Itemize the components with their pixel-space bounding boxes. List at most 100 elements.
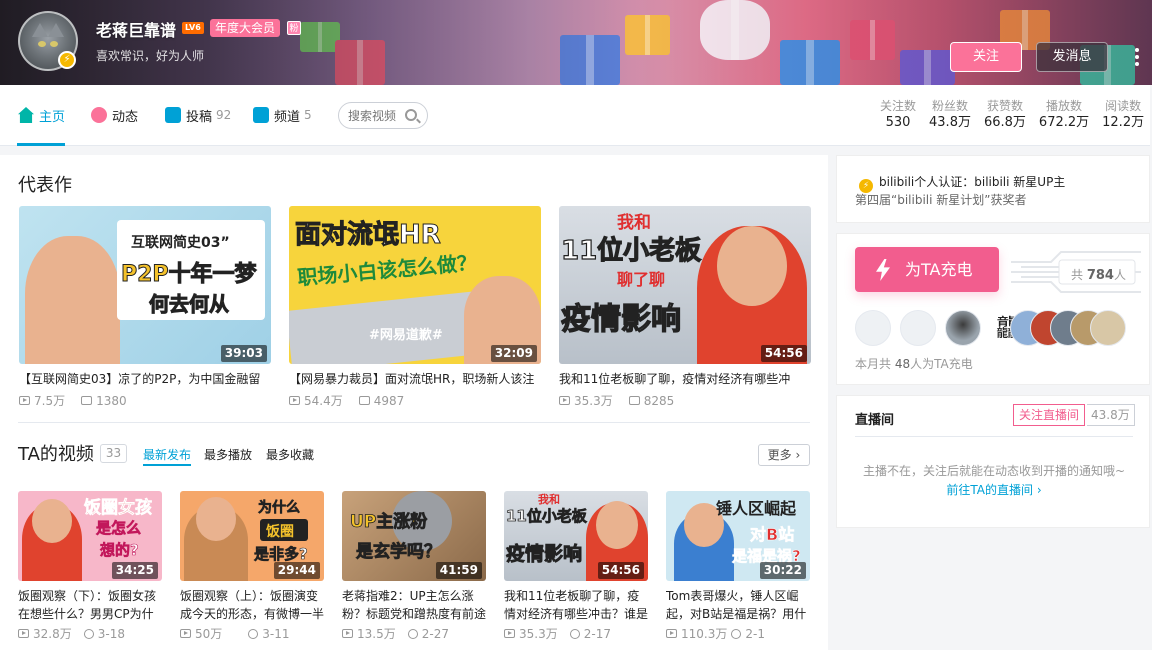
play-count: 35.3万 bbox=[519, 627, 558, 641]
tab-home[interactable]: 主页 bbox=[18, 105, 65, 125]
stat-value: 43.8万 bbox=[929, 115, 971, 130]
sort-tab-latest[interactable]: 最新发布 bbox=[143, 446, 191, 463]
clock-icon bbox=[83, 628, 94, 639]
video-card[interactable]: UP主涨粉 是玄学吗？ 41:59 老蒋指难2：UP主怎么涨粉？标题党和蹭热度有… bbox=[342, 491, 486, 642]
video-thumbnail[interactable]: 面对流氓HR 职场小白该怎么做？ #网易道歉# 32:09 bbox=[289, 206, 541, 364]
play-count: 13.5万 bbox=[357, 627, 396, 641]
tab-uploads[interactable]: 投稿 92 bbox=[165, 105, 231, 125]
live-tip-text: 主播不在，关注后就能在动态收到开播的通知哦~ bbox=[862, 464, 1126, 478]
video-thumbnail[interactable]: 饭圈女孩 是怎么 想的? 34:25 bbox=[18, 491, 162, 581]
publish-date: 2-17 bbox=[583, 626, 611, 641]
cover-caption: 锤人区崛起 bbox=[716, 499, 797, 518]
fan-medal-badge[interactable]: 粉 bbox=[287, 21, 301, 35]
video-card[interactable]: 我和 11位小老板 疫情影响 54:56 我和11位老板聊了聊，疫情对经济有哪些… bbox=[504, 491, 648, 642]
vip-badge[interactable]: 年度大会员 bbox=[210, 19, 281, 37]
month-suffix: 人为TA充电 bbox=[910, 357, 973, 371]
video-duration: 30:22 bbox=[759, 562, 806, 579]
live-room-box: 直播间 关注直播间 43.8万 主播不在，关注后就能在动态收到开播的通知哦~ 前… bbox=[836, 395, 1150, 528]
cover-caption: 疫情影响 bbox=[506, 543, 583, 566]
clock-icon bbox=[569, 628, 580, 639]
video-title[interactable]: 老蒋指难2：UP主怎么涨粉？标题党和蹭热度有前途 bbox=[342, 587, 486, 623]
stat-following[interactable]: 关注数 530 bbox=[880, 98, 916, 132]
charger-avatar[interactable] bbox=[855, 310, 891, 346]
video-thumbnail[interactable]: 为什么 饭圈 是非多? 29:44 bbox=[180, 491, 324, 581]
follow-live-button[interactable]: 关注直播间 bbox=[1013, 404, 1086, 426]
stat-fans[interactable]: 粉丝数 43.8万 bbox=[929, 98, 971, 132]
danmaku-count: 4987 bbox=[373, 393, 405, 408]
video-meta: 35.3万 8285 bbox=[559, 392, 811, 409]
video-meta: 35.3万 2-17 bbox=[504, 625, 648, 642]
video-duration: 39:03 bbox=[220, 345, 267, 362]
presenter-face bbox=[32, 499, 72, 543]
masterpiece-card[interactable]: 面对流氓HR 职场小白该怎么做？ #网易道歉# 32:09 【网易暴力裁员】面对… bbox=[289, 206, 541, 409]
video-title[interactable]: 我和11位老板聊了聊，疫情对经济有哪些冲 bbox=[559, 371, 811, 387]
chevron-right-icon: › bbox=[791, 448, 801, 462]
video-thumbnail[interactable]: 锤人区崛起 对B站 是福是祸? 30:22 bbox=[666, 491, 810, 581]
more-options-icon[interactable] bbox=[1132, 47, 1142, 67]
main-panel: 代表作 互联网简史03” P2P十年一梦 何去何从 39:03 【互联网简史03… bbox=[0, 155, 828, 650]
search-icon[interactable] bbox=[405, 109, 417, 121]
play-count: 50万 bbox=[195, 627, 223, 641]
video-title[interactable]: 饭圈观察（上）：饭圈演变成今天的形态，有微博一半 bbox=[180, 587, 324, 623]
play-count-icon bbox=[19, 396, 30, 405]
cover-caption: 是怎么 bbox=[96, 519, 142, 538]
video-thumbnail[interactable]: 我和 11位小老板 疫情影响 54:56 bbox=[504, 491, 648, 581]
cover-caption: 面对流氓HR bbox=[295, 220, 442, 251]
channel-icon bbox=[253, 107, 269, 123]
video-title[interactable]: 【互联网简史03】凉了的P2P，为中国金融留 bbox=[19, 371, 271, 387]
stat-label: 关注数 bbox=[880, 99, 917, 113]
total-count: 784 bbox=[1086, 268, 1114, 283]
video-title[interactable]: 饭圈观察（下）：饭圈女孩在想些什么？男男CP为什 bbox=[18, 587, 162, 623]
video-thumbnail[interactable]: 我和 11位小老板 聊了聊 疫情影响 54:56 bbox=[559, 206, 811, 364]
video-title[interactable]: 我和11位老板聊了聊，疫情对经济有哪些冲击？谁是 bbox=[504, 587, 648, 623]
cover-caption: UP主涨粉 bbox=[350, 512, 428, 533]
user-signature: 喜欢常识，好为人师 bbox=[96, 49, 205, 63]
sort-tab-most-favorited[interactable]: 最多收藏 bbox=[266, 446, 314, 463]
follow-button[interactable]: 关注 bbox=[950, 42, 1022, 72]
sort-tab-most-played[interactable]: 最多播放 bbox=[204, 446, 252, 463]
publish-date: 3-11 bbox=[262, 626, 290, 641]
profile-nav: 主页 动态 投稿 92 频道 5 关注数 530 粉丝数 43.8万 获赞数 66.8… bbox=[0, 85, 1150, 146]
tab-count: 92 bbox=[216, 108, 232, 122]
video-card[interactable]: 锤人区崛起 对B站 是福是祸? 30:22 Tom表哥爆火，锤人区崛起，对B站是… bbox=[666, 491, 810, 642]
live-link[interactable]: 前往TA的直播间 › bbox=[837, 481, 1151, 500]
video-thumbnail[interactable]: UP主涨粉 是玄学吗？ 41:59 bbox=[342, 491, 486, 581]
video-title[interactable]: Tom表哥爆火，锤人区崛起，对B站是福是祸？用什 bbox=[666, 587, 810, 623]
masterpiece-card[interactable]: 互联网简史03” P2P十年一梦 何去何从 39:03 【互联网简史03】凉了的… bbox=[19, 206, 271, 409]
video-meta: 110.3万 2-1 bbox=[666, 625, 810, 642]
live-link-label[interactable]: 前往TA的直播间 bbox=[946, 483, 1033, 497]
masterpiece-card[interactable]: 我和 11位小老板 聊了聊 疫情影响 54:56 我和11位老板聊了聊，疫情对经… bbox=[559, 206, 811, 409]
charge-box: 为TA充电 共 784人 龘 本月共 48人为TA充电 bbox=[836, 233, 1150, 385]
cover-caption: 为什么 bbox=[258, 500, 301, 517]
stat-label: 播放数 bbox=[1046, 99, 1083, 113]
active-tab-indicator bbox=[17, 143, 65, 146]
video-thumbnail[interactable]: 互联网简史03” P2P十年一梦 何去何从 39:03 bbox=[19, 206, 271, 364]
lightning-icon bbox=[876, 259, 890, 281]
danmaku-icon bbox=[358, 396, 370, 405]
charger-avatar[interactable] bbox=[900, 310, 936, 346]
dynamic-icon bbox=[91, 107, 107, 123]
verified-lightning-icon: ⚡ bbox=[58, 51, 76, 69]
more-videos-button[interactable]: 更多 › bbox=[758, 444, 810, 466]
video-card[interactable]: 饭圈女孩 是怎么 想的? 34:25 饭圈观察（下）：饭圈女孩在想些什么？男男C… bbox=[18, 491, 162, 642]
play-count: 32.8万 bbox=[33, 627, 72, 641]
video-duration: 29:44 bbox=[273, 562, 320, 579]
live-divider bbox=[855, 436, 1133, 437]
videos-count-badge: 33 bbox=[99, 443, 128, 463]
charge-button[interactable]: 为TA充电 bbox=[855, 247, 999, 292]
video-title[interactable]: 【网易暴力裁员】面对流氓HR，职场新人该注 bbox=[289, 371, 541, 387]
clock-icon bbox=[407, 628, 418, 639]
level-badge[interactable]: LV6 bbox=[182, 22, 204, 34]
stat-label: 获赞数 bbox=[986, 99, 1023, 113]
presenter-figure bbox=[25, 236, 120, 364]
charger-avatar[interactable] bbox=[1090, 310, 1126, 346]
presenter-face bbox=[717, 226, 787, 306]
tab-dynamic[interactable]: 动态 bbox=[91, 105, 138, 125]
video-meta: 13.5万 2-27 bbox=[342, 625, 486, 642]
video-card[interactable]: 为什么 饭圈 是非多? 29:44 饭圈观察（上）：饭圈演变成今天的形态，有微博… bbox=[180, 491, 324, 642]
tab-channel[interactable]: 频道 5 bbox=[253, 105, 312, 125]
clock-icon bbox=[731, 628, 742, 639]
send-message-button[interactable]: 发消息 bbox=[1036, 42, 1108, 72]
cover-caption: 饭圈 bbox=[266, 524, 294, 540]
charger-avatar[interactable] bbox=[945, 310, 981, 346]
